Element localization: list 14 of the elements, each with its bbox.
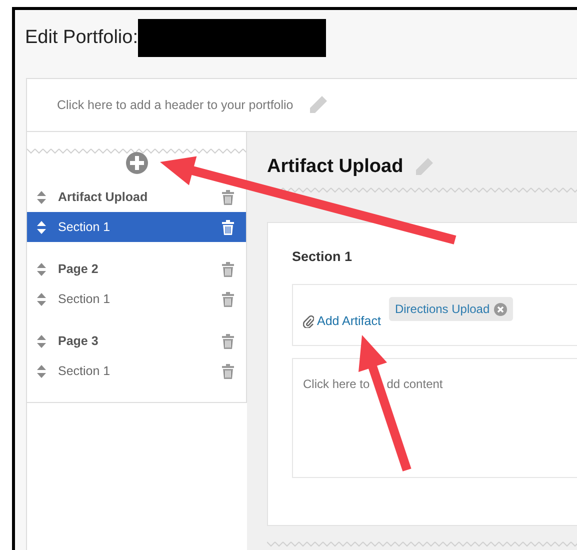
header-prompt[interactable]: Click here to add a header to your portfolio: [57, 98, 294, 112]
page-heading: Artifact Upload: [267, 156, 404, 178]
section-item[interactable]: Section 1: [27, 356, 246, 386]
add-artifact-link[interactable]: Add Artifact: [303, 314, 381, 328]
section-title: Section 1: [292, 249, 354, 264]
section-item[interactable]: Section 1: [27, 284, 246, 314]
section-item[interactable]: Section 1: [27, 212, 246, 242]
content-prompt[interactable]: dd content: [386, 377, 443, 391]
page-item[interactable]: Artifact Upload: [27, 182, 246, 212]
page-item[interactable]: Page 3: [27, 326, 246, 356]
artifact-chip[interactable]: Directions Upload: [388, 297, 513, 321]
page-item[interactable]: Page 2: [27, 254, 246, 284]
page-title: Edit Portfolio:: [25, 27, 138, 49]
content-prompt[interactable]: Click here to: [303, 377, 370, 391]
